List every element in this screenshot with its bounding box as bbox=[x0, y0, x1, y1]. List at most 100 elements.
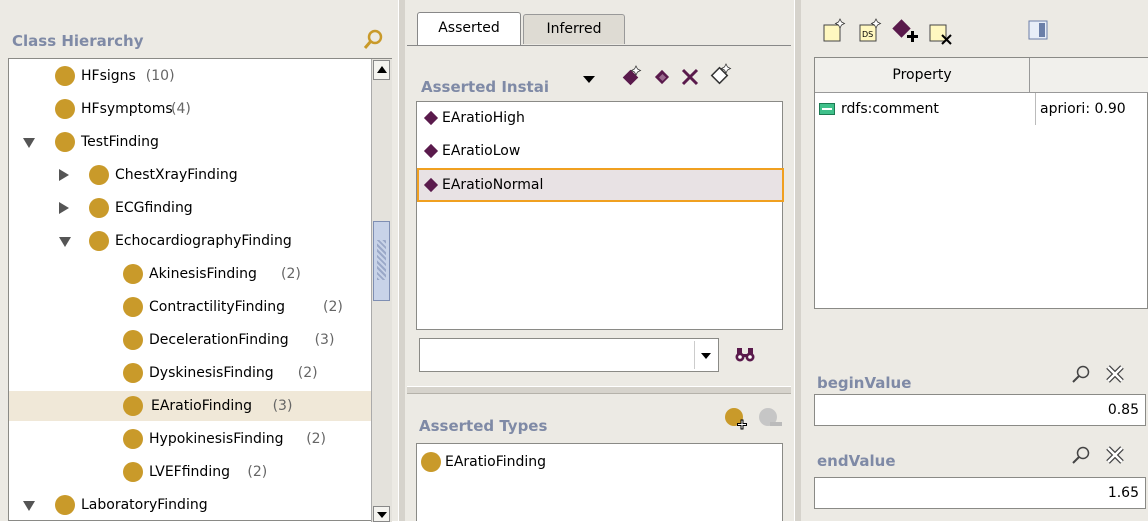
create-instance-icon[interactable] bbox=[619, 64, 643, 88]
begin-value-remove-icon[interactable] bbox=[1103, 362, 1127, 386]
tree-node[interactable]: ContractilityFinding (2) bbox=[9, 292, 371, 322]
end-value-remove-icon[interactable] bbox=[1103, 443, 1127, 467]
tree-node[interactable]: ChestXrayFinding bbox=[9, 160, 371, 190]
collapse-toggle-icon[interactable] bbox=[59, 237, 71, 247]
tree-node-label: EchocardiographyFinding bbox=[115, 233, 292, 249]
tree-node-label: LVEFfinding bbox=[149, 464, 230, 480]
class-hierarchy-panel: Class Hierarchy HFsigns (10) HFsymptoms (… bbox=[0, 0, 398, 522]
add-instance-icon[interactable] bbox=[709, 62, 733, 86]
instances-list: EAratioHigh EAratioLow EAratioNormal bbox=[416, 101, 784, 330]
tree-node[interactable]: EchocardiographyFinding bbox=[9, 226, 371, 256]
tree-node[interactable]: DyskinesisFinding (2) bbox=[9, 358, 371, 388]
tab-inferred[interactable]: Inferred bbox=[523, 14, 625, 44]
begin-value-field[interactable]: 0.85 bbox=[814, 394, 1146, 426]
new-slot-icon[interactable] bbox=[821, 16, 849, 44]
class-icon bbox=[123, 429, 143, 449]
instance-label: EAratioNormal bbox=[442, 177, 544, 193]
instance-count: (2) bbox=[281, 266, 301, 282]
class-icon bbox=[89, 165, 109, 185]
tree-node[interactable]: HypokinesisFinding (2) bbox=[9, 424, 371, 454]
instance-count: (3) bbox=[272, 398, 293, 414]
instance-icon bbox=[423, 143, 439, 159]
remove-type-icon[interactable] bbox=[757, 406, 783, 432]
asserted-types-title: Asserted Types bbox=[419, 417, 548, 435]
tree-node[interactable]: DecelerationFinding (3) bbox=[9, 325, 371, 355]
instances-panel: Asserted Inferred Asserted Instai EArati… bbox=[405, 0, 794, 521]
view-toggle-icon[interactable] bbox=[1027, 18, 1049, 42]
tree-node[interactable]: ECGfinding bbox=[9, 193, 371, 223]
scroll-up-button[interactable] bbox=[373, 60, 390, 80]
tree-node[interactable]: EAratioFinding (3) bbox=[9, 391, 371, 421]
instance-count: (2) bbox=[306, 431, 327, 447]
tree-node[interactable]: TestFinding bbox=[9, 127, 371, 157]
class-icon bbox=[55, 495, 75, 515]
tree-node-label: HFsigns bbox=[81, 68, 136, 84]
asserted-types-list: EAratioFinding bbox=[416, 443, 783, 521]
tree-node-label: HypokinesisFinding bbox=[149, 431, 284, 447]
find-class-icon[interactable] bbox=[362, 28, 386, 52]
tree-node-label: EAratioFinding bbox=[151, 398, 253, 414]
property-column-header[interactable]: Property bbox=[815, 58, 1030, 93]
tree-node[interactable]: HFsymptoms (4) bbox=[9, 94, 371, 124]
instance-search-combo[interactable] bbox=[419, 338, 719, 372]
class-icon bbox=[123, 330, 143, 350]
scroll-down-button[interactable] bbox=[373, 506, 390, 522]
tree-node-label: DyskinesisFinding bbox=[149, 365, 274, 381]
class-icon bbox=[421, 452, 441, 472]
add-datatype-slot-icon[interactable]: DS bbox=[857, 16, 885, 44]
expand-toggle-icon[interactable] bbox=[59, 202, 69, 214]
scroll-thumb[interactable] bbox=[373, 221, 390, 301]
end-value-field[interactable]: 1.65 bbox=[814, 477, 1146, 509]
add-type-icon[interactable] bbox=[723, 406, 749, 432]
property-value: apriori: 0.90 bbox=[1035, 93, 1126, 125]
tree-scrollbar[interactable] bbox=[371, 59, 392, 522]
class-icon bbox=[55, 132, 75, 152]
tree-node-label: ECGfinding bbox=[115, 200, 193, 216]
value-column-header[interactable] bbox=[1030, 58, 1148, 93]
instance-count: (2) bbox=[323, 299, 343, 315]
begin-value-browse-icon[interactable] bbox=[1069, 362, 1093, 386]
svg-text:DS: DS bbox=[862, 30, 873, 39]
duplicate-instance-icon[interactable] bbox=[651, 66, 673, 88]
property-name: rdfs:comment bbox=[841, 101, 939, 117]
instance-label: EAratioHigh bbox=[442, 110, 525, 126]
collapse-toggle-icon[interactable] bbox=[23, 501, 35, 511]
delete-instance-icon[interactable] bbox=[679, 66, 701, 88]
end-value-browse-icon[interactable] bbox=[1069, 443, 1093, 467]
tree-node-label: AkinesisFinding bbox=[149, 266, 257, 282]
tree-node[interactable]: LaboratoryFinding bbox=[9, 490, 371, 520]
binoculars-icon[interactable] bbox=[733, 343, 757, 367]
splitter-middle[interactable] bbox=[407, 386, 791, 394]
class-icon bbox=[55, 66, 75, 86]
property-row[interactable]: rdfs:comment apriori: 0.90 bbox=[815, 93, 1148, 125]
instance-icon bbox=[423, 110, 439, 126]
instance-item[interactable]: EAratioLow bbox=[417, 135, 782, 167]
instance-label: EAratioLow bbox=[442, 143, 521, 159]
class-icon bbox=[55, 99, 75, 119]
tab-asserted[interactable]: Asserted bbox=[417, 12, 521, 46]
tree-node-label: HFsymptoms bbox=[81, 101, 173, 117]
combo-dropdown-button[interactable] bbox=[694, 341, 717, 369]
tree-node[interactable]: AkinesisFinding (2) bbox=[9, 259, 371, 289]
instance-count: (2) bbox=[247, 464, 268, 480]
instance-count: (10) bbox=[145, 68, 175, 84]
instances-menu-icon[interactable] bbox=[583, 72, 597, 86]
instance-item[interactable]: EAratioNormal bbox=[417, 168, 784, 202]
expand-toggle-icon[interactable] bbox=[59, 169, 69, 181]
class-icon bbox=[123, 264, 143, 284]
type-item[interactable]: EAratioFinding bbox=[417, 448, 782, 476]
collapse-toggle-icon[interactable] bbox=[23, 138, 35, 148]
instance-item[interactable]: EAratioHigh bbox=[417, 102, 782, 134]
tree-node[interactable]: LVEFfinding (2) bbox=[9, 457, 371, 487]
asserted-instances-title: Asserted Instai bbox=[421, 78, 549, 96]
property-table: Property rdfs:comment apriori: 0.90 bbox=[814, 57, 1148, 309]
class-icon bbox=[123, 462, 143, 482]
instance-icon bbox=[423, 177, 439, 193]
tree-node-label: TestFinding bbox=[81, 134, 159, 150]
remove-slot-icon[interactable] bbox=[927, 18, 955, 46]
tree-node-label: DecelerationFinding bbox=[149, 332, 289, 348]
add-object-slot-icon[interactable] bbox=[891, 18, 921, 46]
tree-node[interactable]: HFsigns (10) bbox=[9, 61, 371, 91]
properties-panel: DS Property rdfs:comment apriori: 0.90 be… bbox=[801, 0, 1148, 521]
class-hierarchy-title: Class Hierarchy bbox=[12, 32, 144, 50]
